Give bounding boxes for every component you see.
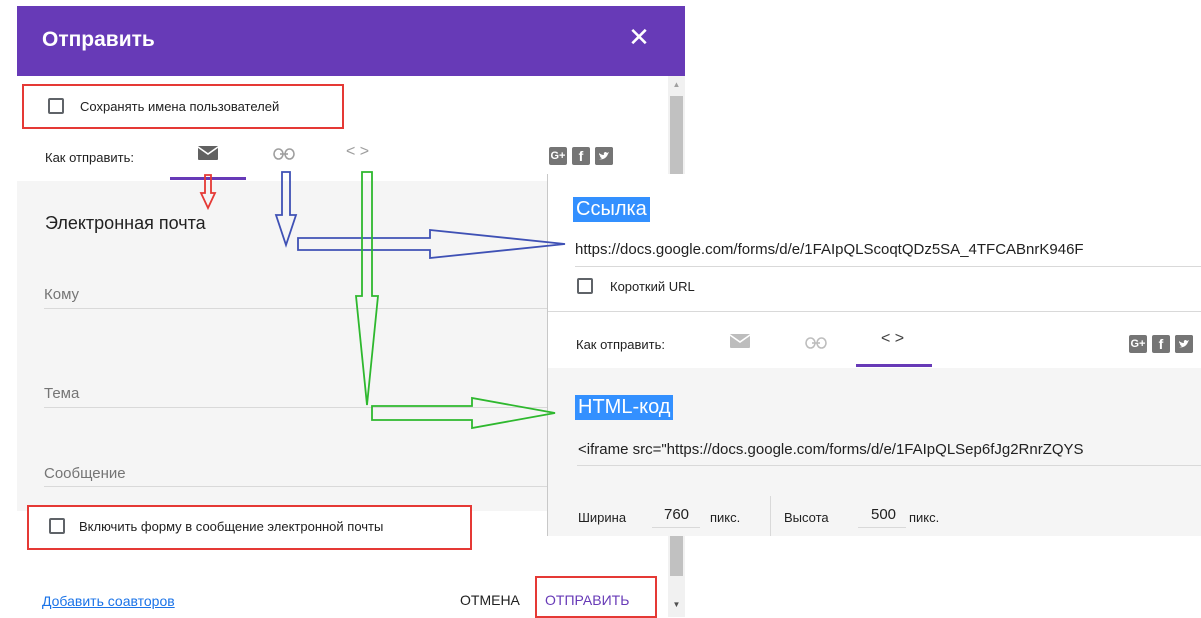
green-arrow-down xyxy=(355,171,379,406)
annotation-arrows xyxy=(199,171,566,430)
green-arrow-right xyxy=(371,396,556,430)
blue-arrow-down xyxy=(274,171,298,248)
blue-arrow-right xyxy=(297,229,566,259)
red-arrow xyxy=(199,174,217,211)
